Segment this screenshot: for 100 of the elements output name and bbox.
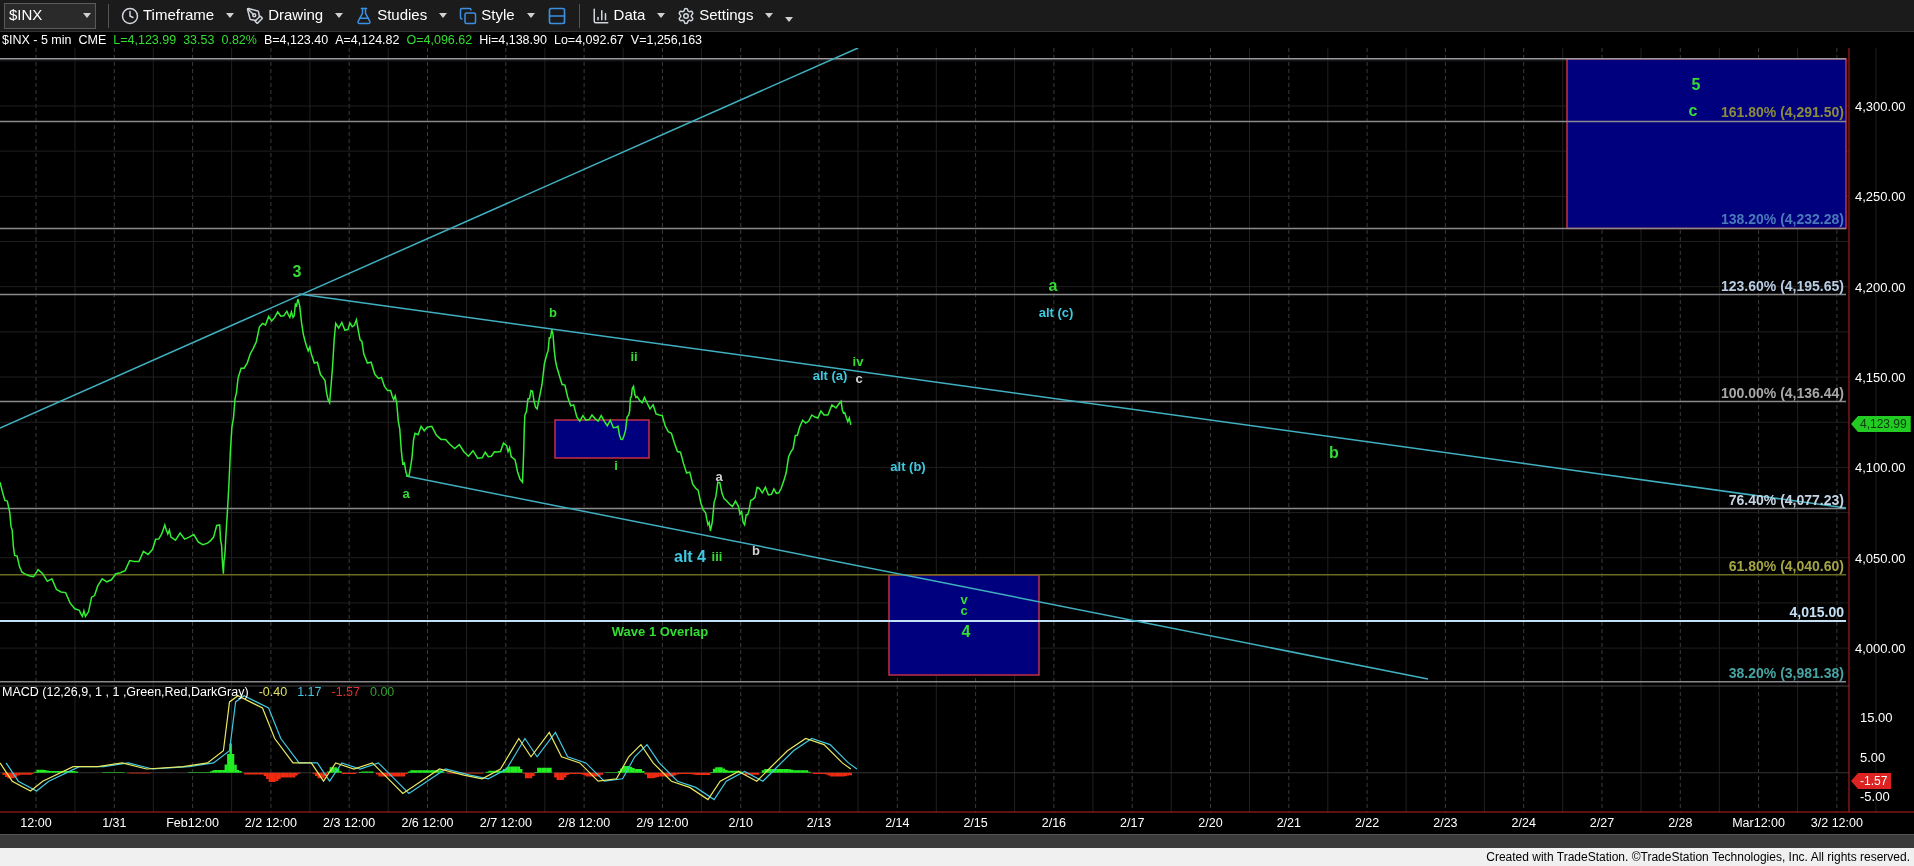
toolbar-menu-button[interactable]: Settings <box>677 2 774 29</box>
date-axis-label: 2/9 12:00 <box>636 816 689 830</box>
wave-label: 5 <box>1691 77 1701 93</box>
fib-level-label: 161.80% (4,291.50) <box>1721 105 1844 120</box>
caret-icon <box>657 13 666 18</box>
date-axis-label: 2/3 12:00 <box>323 816 376 830</box>
wave-label: 3 <box>292 264 302 280</box>
last-value-tag: -1.57 <box>1851 773 1892 789</box>
toolbar-menu-button[interactable]: Timeframe <box>121 2 235 29</box>
wave-label: a <box>715 469 723 483</box>
wave-label: alt (c) <box>1038 305 1074 319</box>
date-axis-label: 3/2 12:00 <box>1810 816 1863 830</box>
quote-value: $INX - 5 min <box>2 33 72 47</box>
wave-label: c <box>855 371 863 385</box>
flask-icon <box>355 6 374 25</box>
fib-level-label: 4,015.00 <box>1789 605 1844 619</box>
date-axis-label: 2/20 <box>1198 816 1223 830</box>
symbol-dropdown[interactable]: $INX <box>4 2 96 29</box>
price-axis-label: 4,250.00 <box>1855 189 1906 203</box>
date-axis-label: 2/7 12:00 <box>479 816 532 830</box>
date-axis-label: 2/27 <box>1589 816 1615 830</box>
quote-value: L=4,123.99 <box>113 33 177 47</box>
date-axis-label: 2/23 <box>1433 816 1458 830</box>
quote-value: A=4,124.82 <box>335 33 400 47</box>
layout-icon[interactable] <box>546 5 567 26</box>
caret-icon <box>765 13 774 18</box>
wave-label: Wave 1 Overlap <box>611 624 709 638</box>
date-axis-label: 2/2 12:00 <box>244 816 297 830</box>
price-axis-label: 4,150.00 <box>1855 370 1906 384</box>
caret-icon <box>526 13 535 18</box>
date-axis-label: Mar12:00 <box>1732 816 1785 830</box>
wave-label: iii <box>711 549 723 563</box>
indicator-value: 1.17 <box>297 686 322 699</box>
pen-icon <box>246 6 265 25</box>
last-price-tag: 4,123.99 <box>1851 416 1911 433</box>
date-axis-label: 12:00 <box>20 816 52 830</box>
indicator-value: -1.57 <box>331 686 360 699</box>
quote-value: 0.82% <box>221 33 257 47</box>
indicator-axis-label: 15.00 <box>1860 710 1893 724</box>
squares-icon <box>459 6 478 25</box>
date-axis-label: 2/24 <box>1511 816 1536 830</box>
price-axis-label: 4,050.00 <box>1855 551 1906 565</box>
wave-label: c <box>1688 103 1698 119</box>
wave-label: 4 <box>961 624 971 640</box>
price-axis-label: 4,300.00 <box>1855 99 1906 113</box>
toolbar-menu-button[interactable]: Data <box>591 2 666 29</box>
wave-label: i <box>614 458 618 472</box>
footer-credit: Created with TradeStation. ©TradeStation Technologies, Inc. All rights reserved. <box>1486 851 1910 863</box>
caret-icon <box>335 13 344 18</box>
date-axis-label: 2/15 <box>963 816 988 830</box>
toolbar-menu-button[interactable]: Drawing <box>246 2 344 29</box>
date-axis-label: 2/13 <box>806 816 832 830</box>
date-axis-label: 2/10 <box>728 816 753 830</box>
caret-icon <box>785 17 794 22</box>
quote-value: Lo=4,092.67 <box>553 33 624 47</box>
wave-label: alt 4 <box>674 549 706 565</box>
toolbar-menu-button[interactable]: Style <box>459 2 535 29</box>
wave-label: v <box>960 592 968 606</box>
indicator-value: -0.40 <box>258 686 288 699</box>
date-axis-label: 2/28 <box>1668 816 1693 830</box>
date-axis-label: 2/17 <box>1120 816 1145 830</box>
wave-label: alt (a) <box>812 368 848 382</box>
fib-level-label: 138.20% (4,232.28) <box>1721 212 1844 227</box>
price-axis-label: 4,200.00 <box>1855 280 1906 294</box>
wave-label: a <box>1048 278 1058 294</box>
clock-icon <box>121 6 139 25</box>
price-axis-label: 4,100.00 <box>1855 460 1906 474</box>
wave-label: b <box>549 305 557 319</box>
fib-level-label: 123.60% (4,195.65) <box>1721 278 1844 293</box>
quote-value: V=1,256,163 <box>630 33 703 47</box>
indicator-title: MACD (12,26,9, 1 , 1 ,Green,Red,DarkGray) <box>2 686 249 699</box>
date-axis-label: 2/22 <box>1354 816 1380 830</box>
date-axis-label: 2/16 <box>1041 816 1067 830</box>
price-axis-label: 4,000.00 <box>1855 641 1906 655</box>
quote-value: B=4,123.40 <box>263 33 329 47</box>
wave-label: b <box>1329 445 1339 461</box>
date-axis-label: 2/8 12:00 <box>558 816 611 830</box>
indicator-axis-label: 5.00 <box>1860 750 1886 764</box>
caret-icon <box>83 13 91 18</box>
wave-label: c <box>960 603 968 617</box>
wave-label: a <box>402 486 410 500</box>
indicator-axis-label: -5.00 <box>1860 789 1890 803</box>
caret-icon <box>226 13 235 18</box>
fib-level-label: 100.00% (4,136.44) <box>1721 385 1844 400</box>
quote-value: CME <box>78 33 107 47</box>
date-axis-label: 2/6 12:00 <box>401 816 454 830</box>
fib-level-label: 76.40% (4,077.23) <box>1728 492 1844 507</box>
quote-value: O=4,096.62 <box>406 33 473 47</box>
bar-chart-icon <box>591 6 610 25</box>
wave-label: ii <box>630 349 638 363</box>
fib-level-label: 61.80% (4,040.60) <box>1728 558 1844 573</box>
settings-icon <box>677 6 696 25</box>
date-axis-label: 1/31 <box>102 816 127 830</box>
date-axis-label: 2/14 <box>885 816 910 830</box>
wave-label: b <box>752 543 760 557</box>
caret-icon <box>439 13 448 18</box>
toolbar-menu-button[interactable]: Studies <box>355 2 448 29</box>
date-axis-label: 2/21 <box>1276 816 1301 830</box>
scroll-bar[interactable] <box>0 834 1914 848</box>
date-axis-label: Feb12:00 <box>166 816 219 830</box>
